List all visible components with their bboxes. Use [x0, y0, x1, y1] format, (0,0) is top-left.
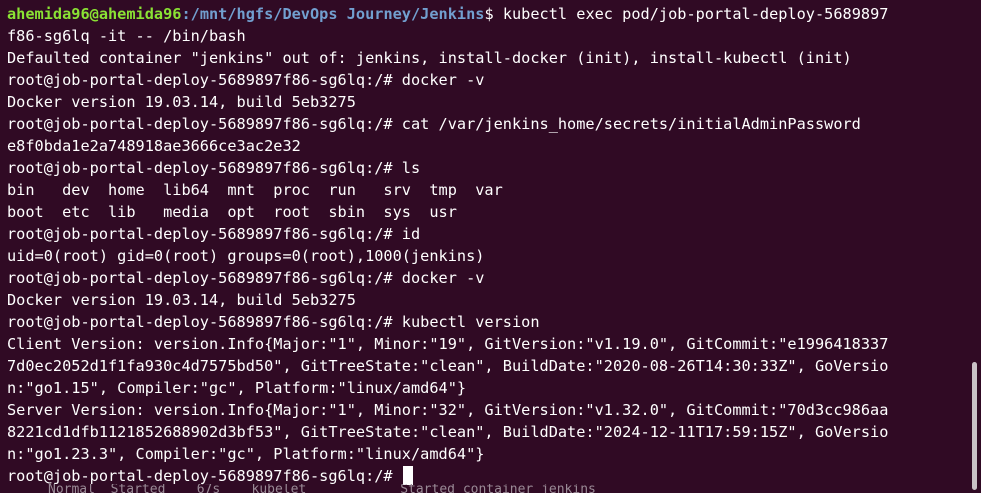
text-cursor[interactable] [402, 466, 413, 485]
terminal-line: Docker version 19.03.14, build 5eb3275 [7, 93, 356, 111]
terminal-line: root@job-portal-deploy-5689897f86-sg6lq:… [7, 313, 540, 331]
terminal-line: 7d0ec2052d1f1fa930c4d7575bd50", GitTreeS… [7, 357, 889, 375]
terminal-line: root@job-portal-deploy-5689897f86-sg6lq:… [7, 159, 421, 177]
terminal-line: Docker version 19.03.14, build 5eb3275 [7, 291, 356, 309]
initial-command-text: kubectl exec pod/job-portal-deploy-56898… [502, 5, 889, 23]
terminal-line: boot etc lib media opt root sbin sys usr [7, 203, 457, 221]
terminal-line: root@job-portal-deploy-5689897f86-sg6lq:… [7, 115, 861, 133]
terminal-line: root@job-portal-deploy-5689897f86-sg6lq:… [7, 269, 485, 287]
current-prompt: root@job-portal-deploy-5689897f86-sg6lq:… [7, 467, 402, 485]
terminal-line: root@job-portal-deploy-5689897f86-sg6lq:… [7, 225, 421, 243]
scrollbar-thumb[interactable] [972, 362, 977, 490]
terminal-line: Client Version: version.Info{Major:"1", … [7, 335, 889, 353]
terminal-line: n:"go1.23.3", Compiler:"gc", Platform:"l… [7, 445, 485, 463]
terminal-line: bin dev home lib64 mnt proc run srv tmp … [7, 181, 503, 199]
prompt-symbol: $ [484, 5, 503, 23]
terminal-line: n:"go1.15", Compiler:"gc", Platform:"lin… [7, 379, 467, 397]
prompt-path: :/mnt/hgfs/DevOps Journey/Jenkins [181, 5, 485, 23]
partial-bottom-line: Normal Started 67s kubelet Started conta… [48, 484, 596, 493]
terminal-line: Server Version: version.Info{Major:"1", … [7, 401, 889, 419]
vertical-scrollbar[interactable] [967, 0, 981, 493]
terminal-line: uid=0(root) gid=0(root) groups=0(root),1… [7, 247, 485, 265]
terminal-line: Defaulted container "jenkins" out of: je… [7, 49, 852, 67]
terminal-line: f86-sg6lq -it -- /bin/bash [7, 27, 246, 45]
terminal-line: root@job-portal-deploy-5689897f86-sg6lq:… [7, 71, 485, 89]
terminal-line: e8f0bda1e2a748918ae3666ce3ac2e32 [7, 137, 301, 155]
prompt-user-host: ahemida96@ahemida96 [7, 5, 182, 23]
terminal-output: ahemida96@ahemida96:/mnt/hgfs/DevOps Jou… [7, 3, 967, 487]
initial-command-line: ahemida96@ahemida96:/mnt/hgfs/DevOps Jou… [7, 3, 967, 25]
terminal-window[interactable]: ahemida96@ahemida96:/mnt/hgfs/DevOps Jou… [0, 0, 981, 493]
terminal-line: 8221cd1dfb1121852688902d3bf53", GitTreeS… [7, 423, 889, 441]
